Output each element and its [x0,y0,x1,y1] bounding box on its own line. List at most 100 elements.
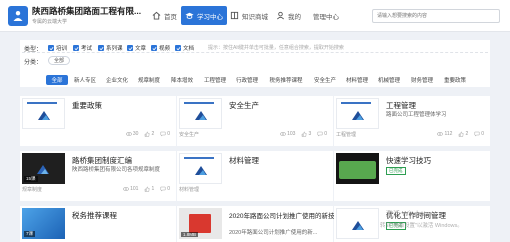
type-training-label: 培训 [56,46,68,52]
like-count: 3 [308,131,312,137]
learning-icon [185,12,194,19]
category-machinery[interactable]: 机械管理 [376,75,402,85]
nav-learning-center[interactable]: 学习中心 [181,6,227,25]
course-card[interactable]: 安全生产 安全生产 103 3 0 [177,96,333,146]
course-thumbnail [336,98,379,129]
comment-icon [160,186,166,192]
mountain-logo-icon [352,221,364,230]
nav-learning-label: 学习中心 [197,13,223,21]
filter-hint: 提示：按住Alt键并单击可批量，任意组合搜索，提取开始搜索 [208,45,344,51]
view-count: 103 [287,131,296,137]
comment-count: 0 [167,131,170,137]
course-thumbnail [179,153,222,184]
category-rules[interactable]: 规章制度 [136,75,162,85]
course-title[interactable]: 税务推荐课程 [72,210,117,221]
home-icon [152,11,161,20]
category-finance[interactable]: 财务管理 [409,75,435,85]
checkbox-checked-icon [73,45,79,51]
comment-count: 0 [167,186,170,192]
course-thumbnail [22,98,65,129]
nav-admin-center[interactable]: 管理中心 [309,6,343,25]
view-count: 30 [132,131,139,137]
pdf-file-icon [189,214,211,233]
org-subtitle: 专属的云端大学 [32,19,68,25]
course-thumbnail: 1.8MB [179,208,222,239]
nav-home[interactable]: 首页 [148,6,181,25]
course-card[interactable]: 材料管理 材料管理 [177,151,333,201]
comment-icon [317,131,323,137]
course-category-tag: 材料管理 [179,187,200,193]
org-logo[interactable] [8,6,28,26]
comment-count: 0 [481,131,484,137]
checkbox-checked-icon [175,45,181,51]
type-checkbox-article[interactable]: 文章 [127,44,146,52]
course-title[interactable]: 快速学习技巧 [386,155,431,166]
view-count: 101 [130,186,139,192]
nav-mine-label: 我的 [288,13,301,21]
class-all-pill[interactable]: 全部 [48,56,71,65]
course-card[interactable]: 15课 路桥集团制度汇编 陕西路桥集团有限公司各项规章制度 规章制度 101 1… [20,151,176,201]
eye-icon [437,132,444,136]
like-count: 2 [465,131,469,137]
course-thumbnail [336,153,379,184]
category-engineering[interactable]: 工程管理 [202,75,228,85]
mountain-logo-icon [195,166,207,175]
category-admin[interactable]: 行政管理 [234,75,260,85]
course-category-tag: 安全生产 [179,132,200,138]
course-title[interactable]: 2020年路面公司计划推广使用的新技术 [229,210,341,220]
type-video-label: 视频 [159,46,171,52]
category-cost-reduction[interactable]: 降本增效 [169,75,195,85]
mountain-logo-icon [352,111,364,120]
like-count: 1 [151,186,155,192]
eye-icon [125,132,132,136]
nav-knowledge-mall[interactable]: 知识商城 [226,6,272,25]
mountain-logo-icon [195,111,207,120]
checkbox-checked-icon [48,45,54,51]
type-checkbox-video[interactable]: 视频 [151,44,170,52]
course-card[interactable]: 重要政策 30 2 0 [20,96,176,146]
course-thumbnail [336,208,379,239]
thumb-up-icon [145,186,150,192]
course-card[interactable]: 工程管理 路面公司工程管理体学习 工程管理 112 2 0 [334,96,490,146]
user-icon [277,11,284,20]
windows-activation-watermark-sub: 转到"电脑设置"以激活 Windows。 [380,223,463,229]
course-stats: 103 3 0 [280,131,327,137]
nav-mine[interactable]: 我的 [272,6,305,25]
course-card[interactable]: 1.8MB 2020年路面公司计划推广使用的新技术 2020年路面公司计划推广使… [177,206,341,242]
course-stats: 101 1 0 [123,186,170,192]
type-checkbox-document[interactable]: 文档 [175,44,194,52]
type-checkbox-training[interactable]: 培训 [48,44,67,52]
completed-badge: 已完成 [386,167,406,175]
filter-panel: 类型： 培训 考试 系列课 文章 视频 文档 提示：按住Alt键并单击可批量，任… [20,40,490,87]
lesson-count-badge: 7课 [24,231,36,237]
mountain-logo-icon [37,165,49,174]
type-checkbox-exam[interactable]: 考试 [73,44,92,52]
course-title[interactable]: 安全生产 [229,100,259,111]
search-input[interactable] [372,9,500,23]
nav-home-label: 首页 [164,13,177,21]
mountain-logo-icon [38,111,50,120]
category-culture[interactable]: 企业文化 [104,75,130,85]
category-tax[interactable]: 税务推荐课程 [266,75,306,85]
view-count: 112 [444,131,453,137]
comment-icon [160,131,166,137]
course-card[interactable]: 7课 税务推荐课程 [20,206,176,242]
type-exam-label: 考试 [81,46,93,52]
top-header: 陕西路桥集团路面工程有限... 专属的云端大学 首页 学习中心 知识商城 我的 … [0,0,510,32]
lesson-count-badge: 15课 [24,176,38,182]
course-title[interactable]: 重要政策 [72,100,102,111]
nav-admin-label: 管理中心 [313,13,339,21]
category-all[interactable]: 全部 [46,75,68,85]
course-title[interactable]: 材料管理 [229,155,259,166]
course-stats: 112 2 0 [437,131,484,137]
org-name[interactable]: 陕西路桥集团路面工程有限... [32,5,141,17]
course-thumbnail: 7课 [22,208,65,239]
category-policy[interactable]: 重要政策 [442,75,468,85]
category-newcomer[interactable]: 新人专区 [72,75,98,85]
course-card[interactable]: 快速学习技巧 已完成 [334,151,490,201]
type-checkbox-series[interactable]: 系列课 [98,44,123,52]
thumb-up-icon [302,131,307,137]
category-materials[interactable]: 材料管理 [344,75,370,85]
category-safety[interactable]: 安全生产 [312,75,338,85]
course-category-tag: 规章制度 [22,187,43,193]
